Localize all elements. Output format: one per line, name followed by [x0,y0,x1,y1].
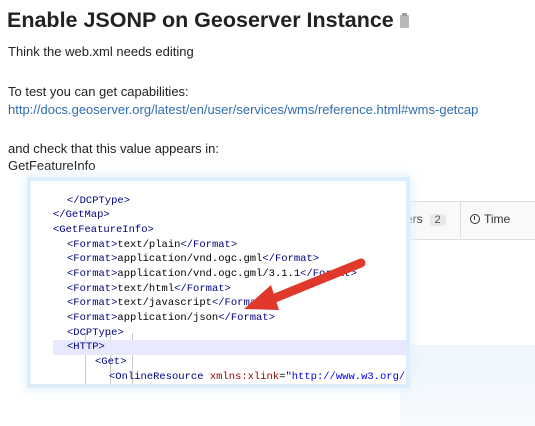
question-title-text[interactable]: Enable JSONP on Geoserver Instance [7,8,394,32]
paragraph-web-xml: Think the web.xml needs editing [8,44,194,59]
time-tab[interactable]: Time [470,212,510,226]
arrow-head [244,285,279,310]
clock-icon [470,214,480,224]
paragraph-check-value: and check that this value appears in: [8,141,220,156]
red-arrow-annotation [244,258,366,310]
answers-count-badge: 2 [429,214,446,226]
background-highlight-area [400,345,535,426]
clipboard-icon [399,13,409,28]
tab-divider [460,202,461,237]
paragraph-getfeatureinfo: GetFeatureInfo [8,158,96,173]
time-tab-label: Time [484,212,511,226]
geoserver-docs-link[interactable]: http://docs.geoserver.org/latest/en/user… [8,102,478,117]
arrow-shaft [265,258,366,305]
xml-code-screenshot: </DCPType> </GetMap> <GetFeatureInfo> <Form… [31,181,406,384]
answers-tab[interactable]: vers 2 [400,212,446,226]
paragraph-test-capabilities: To test you can get capabilities: [8,84,189,99]
question-title[interactable]: Enable JSONP on Geoserver Instance [7,8,409,33]
